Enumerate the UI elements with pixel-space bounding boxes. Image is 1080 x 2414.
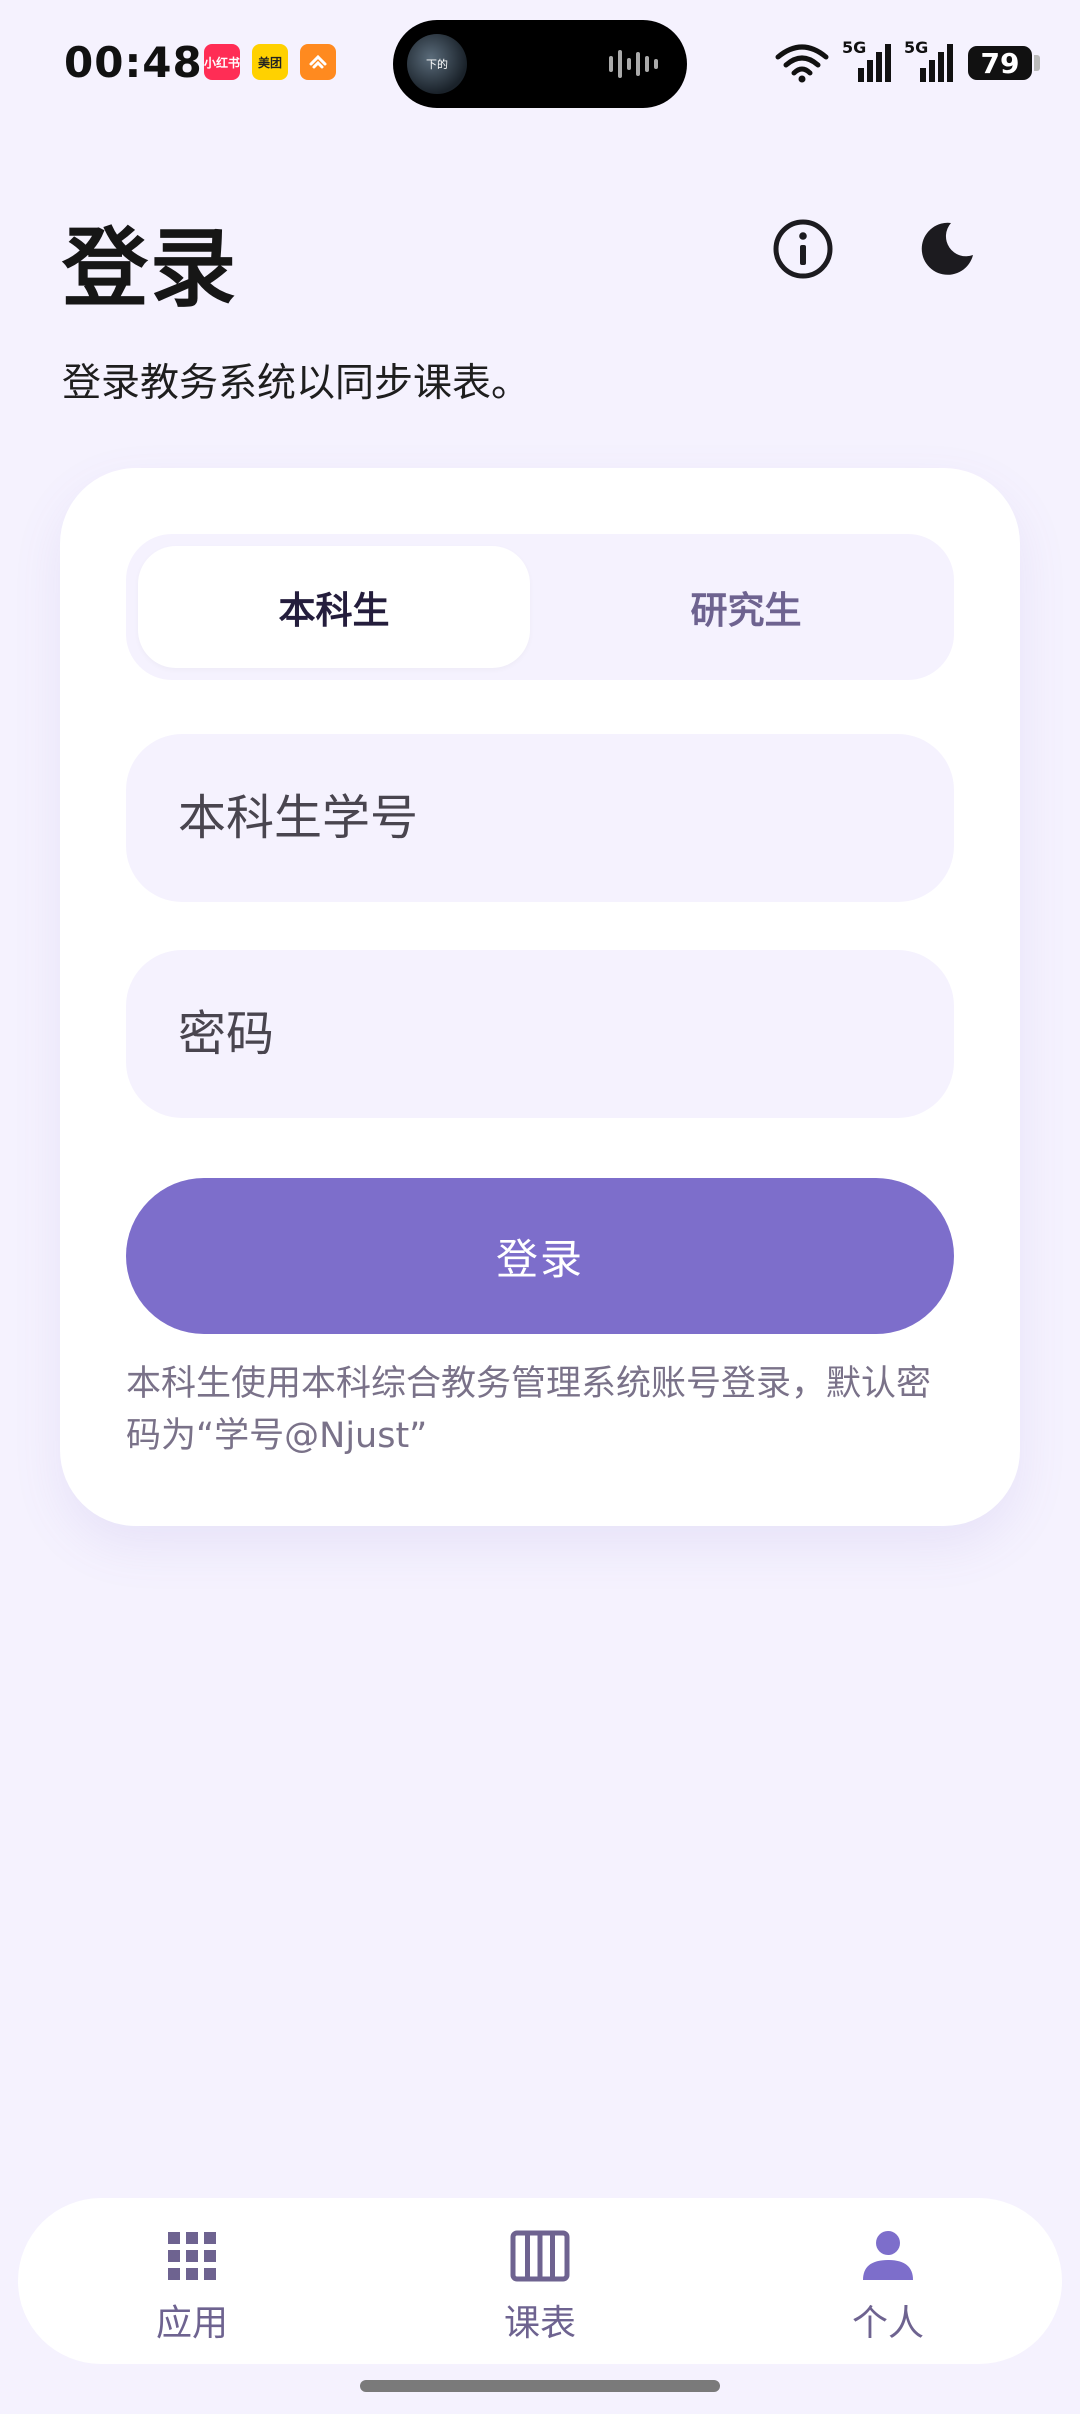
student-id-field[interactable] [126, 734, 954, 902]
page-title: 登录 [62, 219, 238, 319]
nav-label-profile: 个人 [851, 2303, 924, 2344]
password-input[interactable] [176, 1005, 954, 1063]
login-card: 本科生 研究生 登录 本科生使用本科综合教务管理系统账号登录，默认密码为“学号@… [60, 468, 1020, 1526]
battery-icon: 79 [968, 46, 1040, 80]
student-id-input[interactable] [176, 789, 954, 847]
dark-mode-toggle[interactable] [912, 214, 982, 284]
network-type-label: 5G [842, 38, 867, 57]
login-button[interactable]: 登录 [126, 1178, 954, 1334]
home-indicator[interactable] [360, 2380, 720, 2392]
orange-app-icon [300, 44, 336, 80]
info-button[interactable] [768, 214, 838, 284]
status-time: 00:48 [64, 38, 203, 87]
page-subtitle: 登录教务系统以同步课表。 [62, 361, 531, 406]
signal-icon: 5G [904, 38, 954, 84]
nav-label-apps: 应用 [155, 2303, 228, 2344]
xiaohongshu-app-icon: 小红书 [204, 44, 240, 80]
nav-item-apps[interactable]: 应用 [18, 2198, 366, 2364]
timetable-icon [510, 2230, 570, 2282]
info-icon [773, 219, 833, 279]
meituan-app-icon: 美团 [252, 44, 288, 80]
battery-level: 79 [968, 46, 1032, 80]
password-field[interactable] [126, 950, 954, 1118]
nav-label-timetable: 课表 [503, 2303, 576, 2344]
audio-wave-icon [609, 50, 658, 78]
moon-icon [921, 222, 973, 275]
login-hint: 本科生使用本科综合教务管理系统账号登录，默认密码为“学号@Njust” [126, 1364, 932, 1456]
student-type-selector: 本科生 研究生 [126, 534, 954, 680]
album-art: 下的 [407, 34, 467, 94]
wifi-icon [775, 44, 829, 83]
signal-icon: 5G [842, 38, 892, 84]
tab-undergraduate[interactable]: 本科生 [138, 546, 530, 668]
person-icon [863, 2231, 913, 2280]
network-type-label: 5G [904, 38, 929, 57]
status-bar: 00:48 小红书 美团 下的 5G 5G 79 [0, 0, 1080, 130]
grid-icon [168, 2232, 216, 2280]
nav-item-timetable[interactable]: 课表 [366, 2198, 714, 2364]
bottom-nav: 应用 课表 个人 [18, 2198, 1062, 2364]
status-indicators: 5G 5G 79 [774, 38, 1040, 88]
nav-item-profile[interactable]: 个人 [714, 2198, 1062, 2364]
tab-graduate[interactable]: 研究生 [550, 546, 942, 668]
dynamic-island[interactable]: 下的 [393, 20, 687, 108]
